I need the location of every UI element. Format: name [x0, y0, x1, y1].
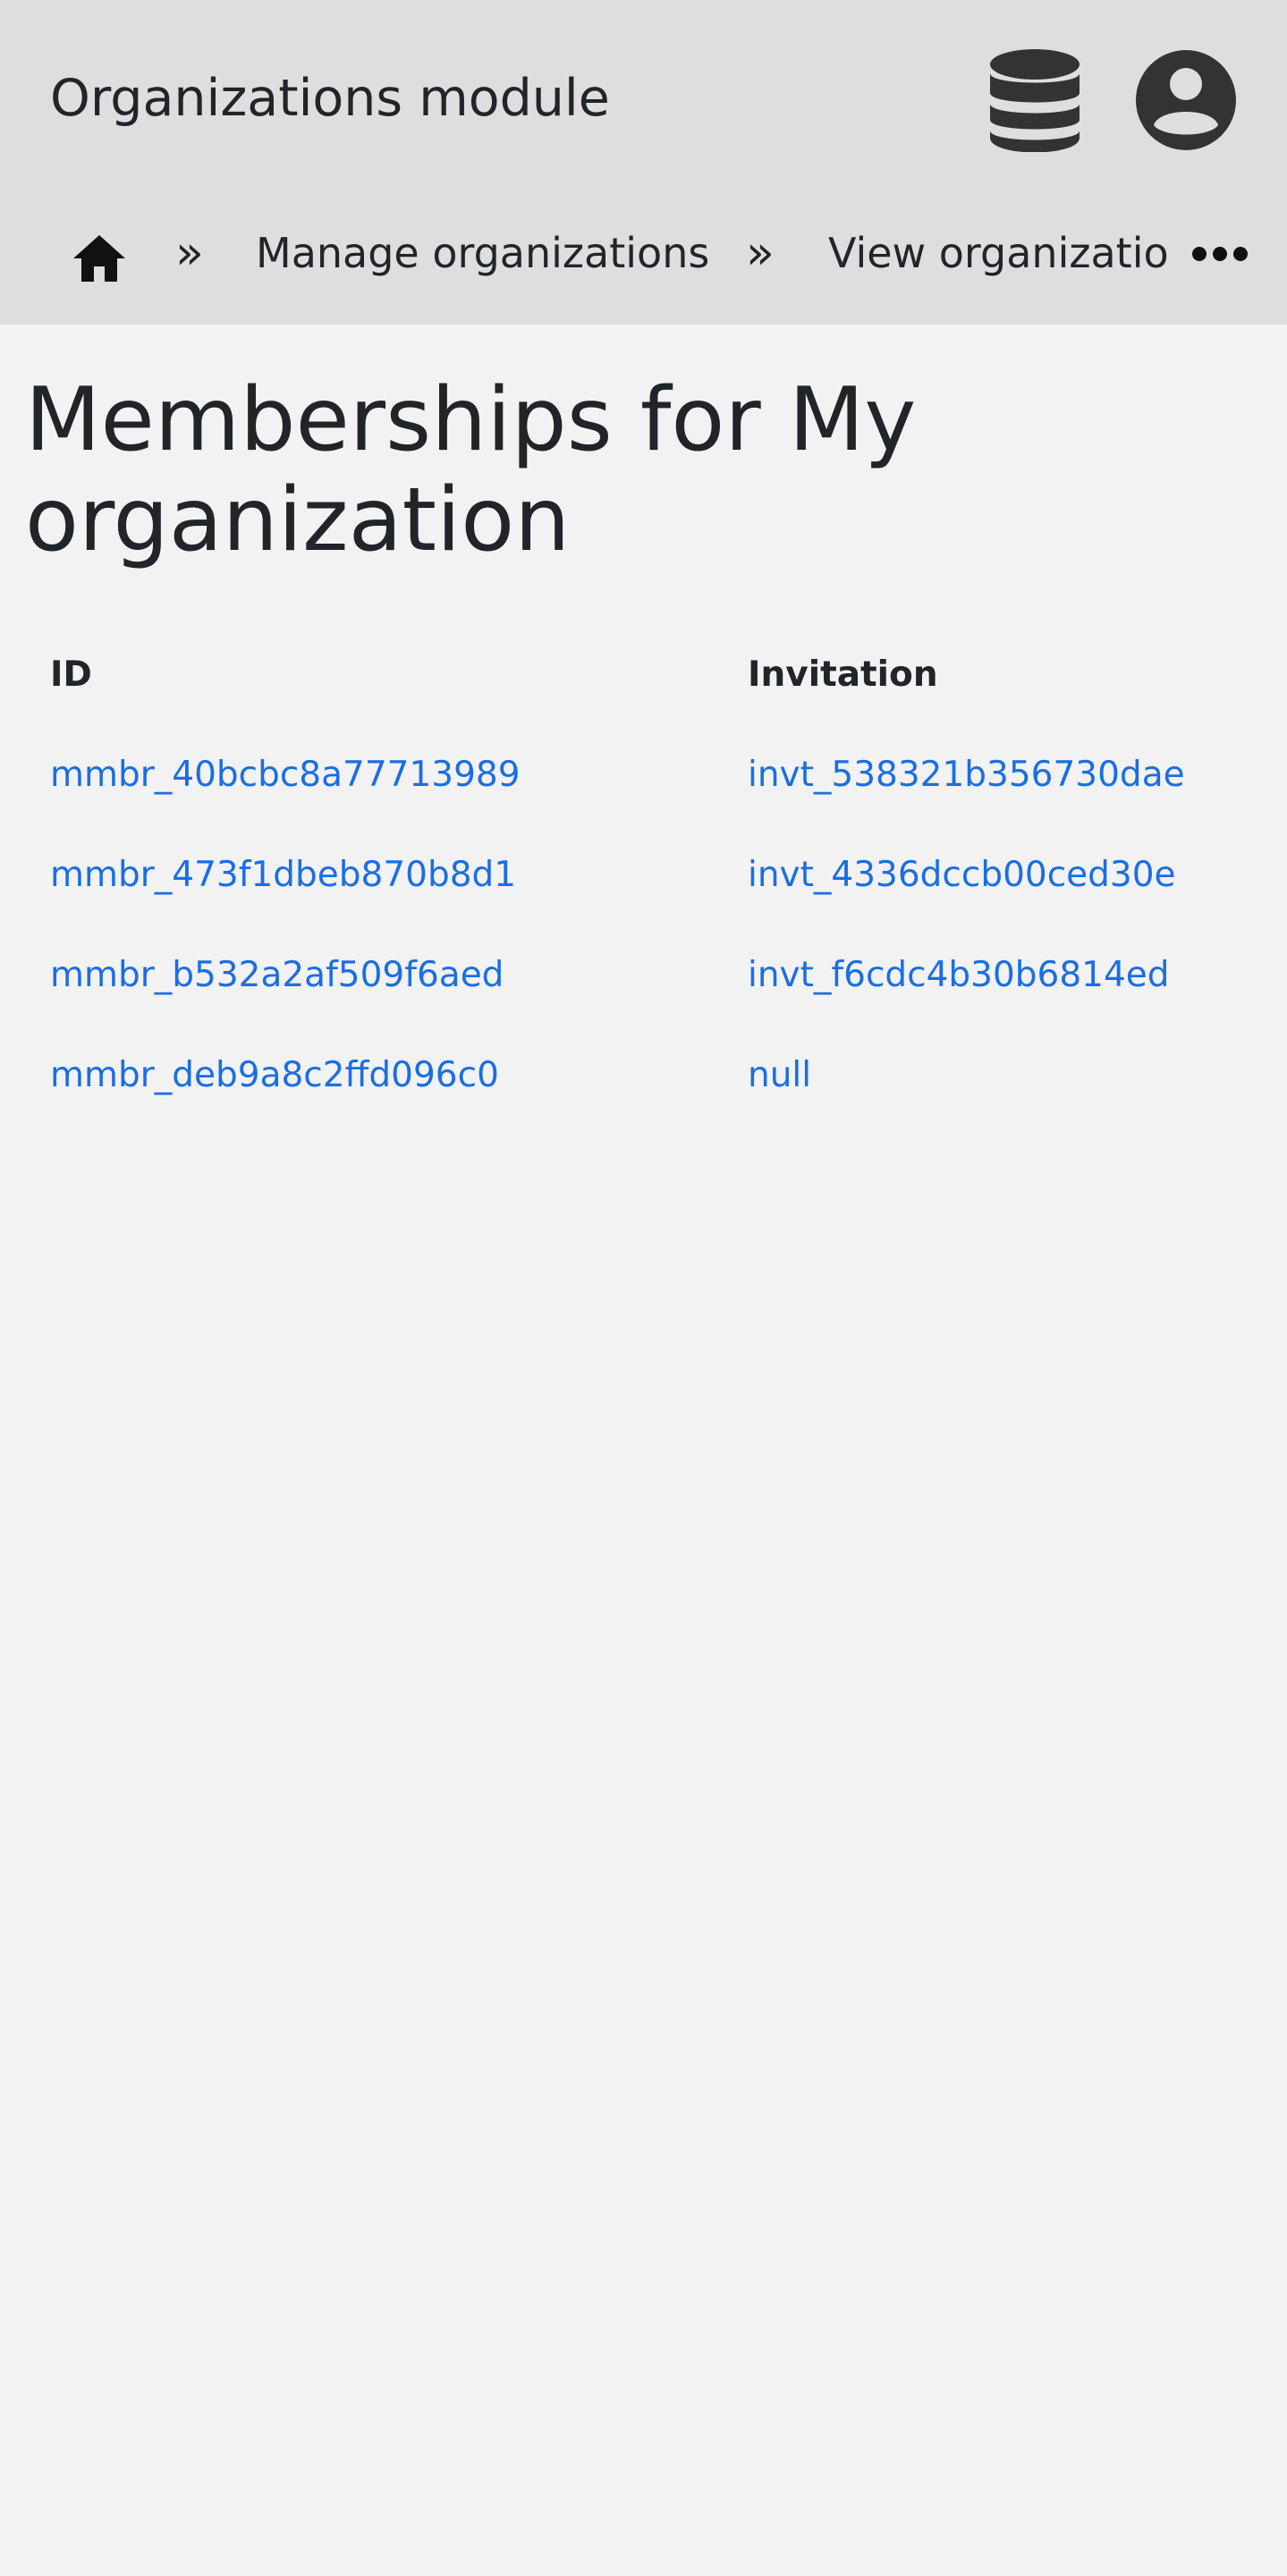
account-circle-icon[interactable]	[1134, 48, 1238, 152]
column-header-id: ID	[50, 654, 92, 695]
membership-id-link[interactable]: mmbr_b532a2af509f6aed	[50, 955, 504, 995]
breadcrumb: » Manage organizations » View organizati…	[0, 210, 1287, 300]
membership-id-cell: mmbr_473f1dbeb870b8d1	[25, 824, 723, 925]
invitation-link[interactable]: null	[748, 1055, 811, 1095]
page-title: Memberships for My organization	[25, 369, 917, 571]
app-title: Organizations module	[50, 69, 610, 128]
invitation-cell: invt_4336dccb00ced30e	[723, 824, 1277, 925]
more-horizontal-icon[interactable]	[1191, 239, 1249, 269]
invitation-cell: invt_f6cdc4b30b6814ed	[723, 925, 1277, 1025]
membership-id-cell: mmbr_b532a2af509f6aed	[25, 925, 723, 1025]
table-row: mmbr_473f1dbeb870b8d1 invt_4336dccb00ced…	[25, 824, 1277, 925]
invitation-link[interactable]: invt_538321b356730dae	[748, 755, 1185, 795]
database-icon[interactable]	[988, 48, 1081, 152]
breadcrumb-manage-organizations[interactable]: Manage organizations	[256, 226, 709, 280]
table-row: mmbr_b532a2af509f6aed invt_f6cdc4b30b681…	[25, 925, 1277, 1025]
column-header-invitation: Invitation	[748, 654, 938, 695]
membership-id-link[interactable]: mmbr_40bcbc8a77713989	[50, 755, 521, 795]
breadcrumb-separator: »	[746, 226, 775, 280]
memberships-table: ID Invitation mmbr_40bcbc8a77713989 invt…	[25, 624, 1277, 1125]
membership-id-link[interactable]: mmbr_473f1dbeb870b8d1	[50, 855, 516, 895]
home-icon[interactable]	[72, 233, 127, 283]
invitation-cell: null	[723, 1025, 1277, 1125]
membership-id-cell: mmbr_40bcbc8a77713989	[25, 724, 723, 824]
invitation-link[interactable]: invt_f6cdc4b30b6814ed	[748, 955, 1170, 995]
invitation-cell: invt_538321b356730dae	[723, 724, 1277, 824]
breadcrumb-separator: »	[175, 226, 204, 280]
app-header: Organizations module » Manage organizati…	[0, 0, 1287, 325]
membership-id-link[interactable]: mmbr_deb9a8c2ffd096c0	[50, 1055, 499, 1095]
table-row: mmbr_deb9a8c2ffd096c0 null	[25, 1025, 1277, 1125]
table-header-row: ID Invitation	[25, 624, 1277, 724]
invitation-link[interactable]: invt_4336dccb00ced30e	[748, 855, 1176, 895]
breadcrumb-view-organization[interactable]: View organization	[828, 226, 1170, 280]
membership-id-cell: mmbr_deb9a8c2ffd096c0	[25, 1025, 723, 1125]
table-row: mmbr_40bcbc8a77713989 invt_538321b356730…	[25, 724, 1277, 824]
